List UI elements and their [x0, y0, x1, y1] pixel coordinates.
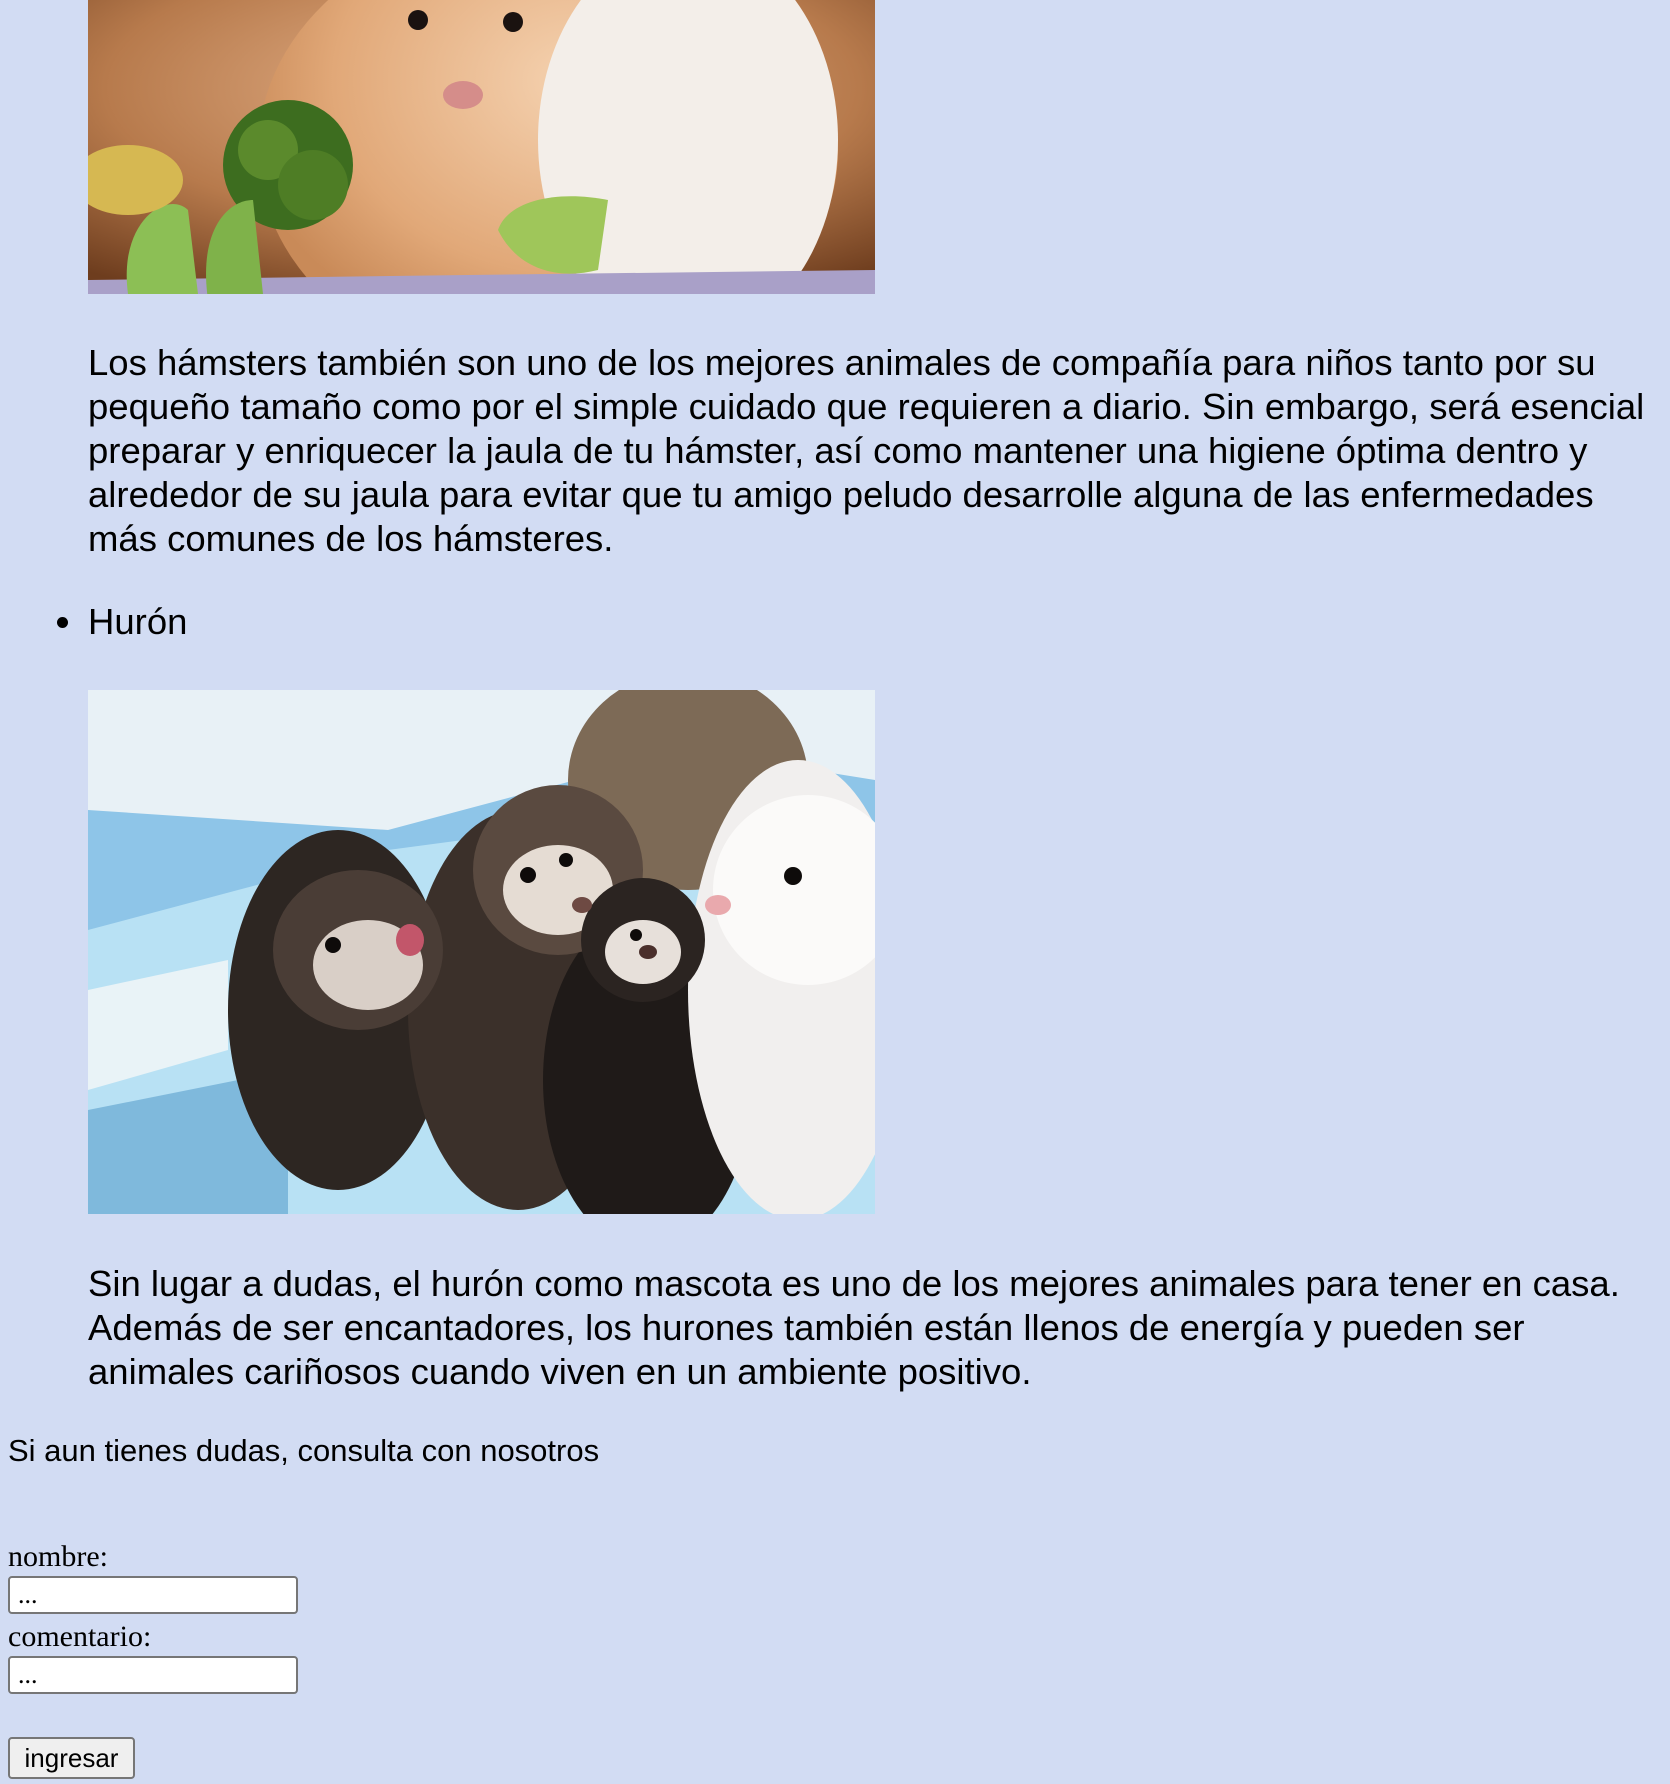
- ferret-photo: [88, 690, 875, 1214]
- hamster-photo: [88, 0, 875, 294]
- ferret-list-item-title: Hurón: [88, 601, 188, 642]
- name-label: nombre:: [8, 1540, 108, 1573]
- comment-label: comentario:: [8, 1620, 152, 1653]
- comment-input[interactable]: [8, 1656, 298, 1694]
- ferret-description: Sin lugar a dudas, el hurón como mascota…: [88, 1263, 1620, 1392]
- page: Los hámsters también son uno de los mejo…: [0, 0, 1670, 1784]
- contact-prompt: Si aun tienes dudas, consulta con nosotr…: [8, 1433, 600, 1468]
- name-input[interactable]: [8, 1576, 298, 1614]
- hamster-description: Los hámsters también son uno de los mejo…: [88, 342, 1645, 559]
- submit-button[interactable]: ingresar: [8, 1737, 135, 1779]
- bullet-marker: [57, 617, 68, 628]
